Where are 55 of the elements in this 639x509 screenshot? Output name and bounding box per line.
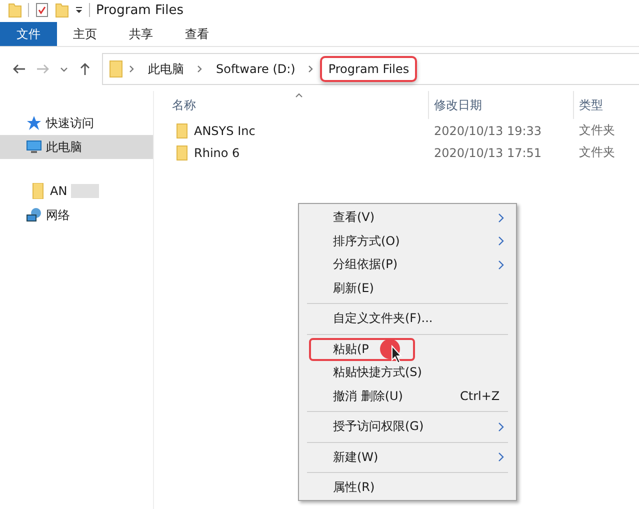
menu-item[interactable]: 查看(V) (299, 206, 516, 230)
menu-item[interactable]: 粘贴快捷方式(S) (299, 361, 516, 384)
dropdown-icon[interactable] (75, 6, 83, 14)
chevron-right-icon[interactable] (129, 65, 135, 73)
table-cell-text: 文件夹 (578, 122, 616, 139)
breadcrumb-item[interactable]: 此电脑 (141, 56, 191, 82)
table-cell-text: 文件夹 (578, 144, 616, 161)
ribbon-tab[interactable]: 查看 (169, 22, 225, 46)
up-icon[interactable] (78, 62, 92, 76)
ribbon-tab[interactable]: 主页 (57, 22, 113, 46)
redaction-block (71, 184, 100, 198)
cursor-icon (379, 338, 405, 364)
properties-icon[interactable] (35, 2, 49, 18)
chevron-right-icon (498, 452, 504, 462)
chevron-right-icon (498, 236, 504, 246)
ribbon-tab[interactable]: 文件 (0, 22, 57, 46)
folder-icon (30, 183, 46, 199)
chevron-right-icon[interactable] (197, 65, 203, 73)
menu-item[interactable]: 新建(W) (299, 446, 516, 469)
menu-item[interactable]: 自定义文件夹(F)... (299, 307, 516, 330)
menu-item[interactable]: 粘贴(P (309, 338, 415, 361)
ribbon-tab[interactable]: 共享 (113, 22, 169, 46)
star-icon (26, 115, 42, 131)
folder-icon (176, 144, 188, 160)
address-bar[interactable]: 此电脑 Software (D:) Program Files (102, 53, 639, 85)
sidebar-item[interactable]: AN (0, 179, 153, 203)
chevron-right-icon[interactable] (308, 65, 314, 73)
table-cell-text: 2020/10/13 17:51 (433, 146, 543, 160)
menu-item[interactable]: 排序方式(O) (299, 230, 516, 253)
menu-item[interactable]: 授予访问权限(G) (299, 415, 516, 438)
chevron-down-icon[interactable] (60, 65, 68, 73)
table-cell-text: 2020/10/13 19:33 (433, 124, 543, 138)
folder-icon (176, 122, 188, 138)
breadcrumb-item[interactable]: Program Files (320, 56, 418, 82)
folder-icon (109, 60, 123, 78)
file-name[interactable]: Rhino 6 (194, 146, 240, 160)
column-header[interactable]: 类型 (573, 91, 639, 119)
menu-item[interactable]: 分组依据(P) (299, 253, 516, 276)
chevron-right-icon (498, 422, 504, 432)
menu-item[interactable]: 撤消 删除(U) Ctrl+Z (299, 384, 516, 408)
breadcrumb-item[interactable]: Software (D:) (209, 57, 302, 81)
column-header[interactable]: 名称 (172, 96, 428, 114)
back-icon[interactable] (12, 62, 26, 76)
chevron-right-icon (498, 212, 504, 223)
sidebar-item[interactable]: 网络 (0, 203, 153, 227)
sidebar-item[interactable]: 此电脑 (0, 135, 153, 159)
window-title: Program Files (96, 2, 184, 18)
network-icon (26, 207, 42, 223)
column-header[interactable]: 修改日期 (428, 91, 573, 119)
chevron-right-icon (498, 260, 504, 270)
computer-icon (26, 139, 42, 155)
sidebar-item[interactable]: 快速访问 (0, 111, 153, 135)
file-name[interactable]: ANSYS Inc (194, 124, 256, 138)
menu-item[interactable]: 属性(R) (299, 476, 516, 500)
menu-item[interactable]: 刷新(E) (299, 276, 516, 300)
